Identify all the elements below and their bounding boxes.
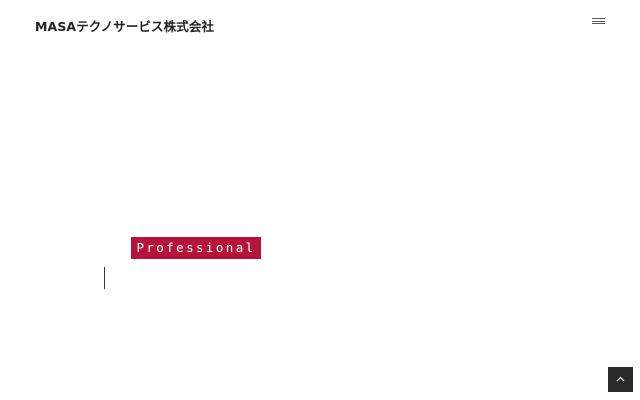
page: MASAテクノサービス株式会社 Professional bbox=[0, 0, 640, 400]
hero-tag-label: Professional bbox=[131, 237, 261, 259]
back-to-top-button[interactable] bbox=[608, 367, 633, 392]
hamburger-menu-icon bbox=[592, 18, 605, 20]
typing-caret bbox=[104, 267, 105, 289]
hamburger-menu-icon-bar bbox=[592, 20, 605, 22]
chevron-up-icon bbox=[616, 376, 625, 382]
site-title[interactable]: MASAテクノサービス株式会社 bbox=[35, 16, 214, 35]
menu-button[interactable] bbox=[590, 15, 608, 29]
hamburger-menu-icon-bar bbox=[592, 23, 605, 25]
